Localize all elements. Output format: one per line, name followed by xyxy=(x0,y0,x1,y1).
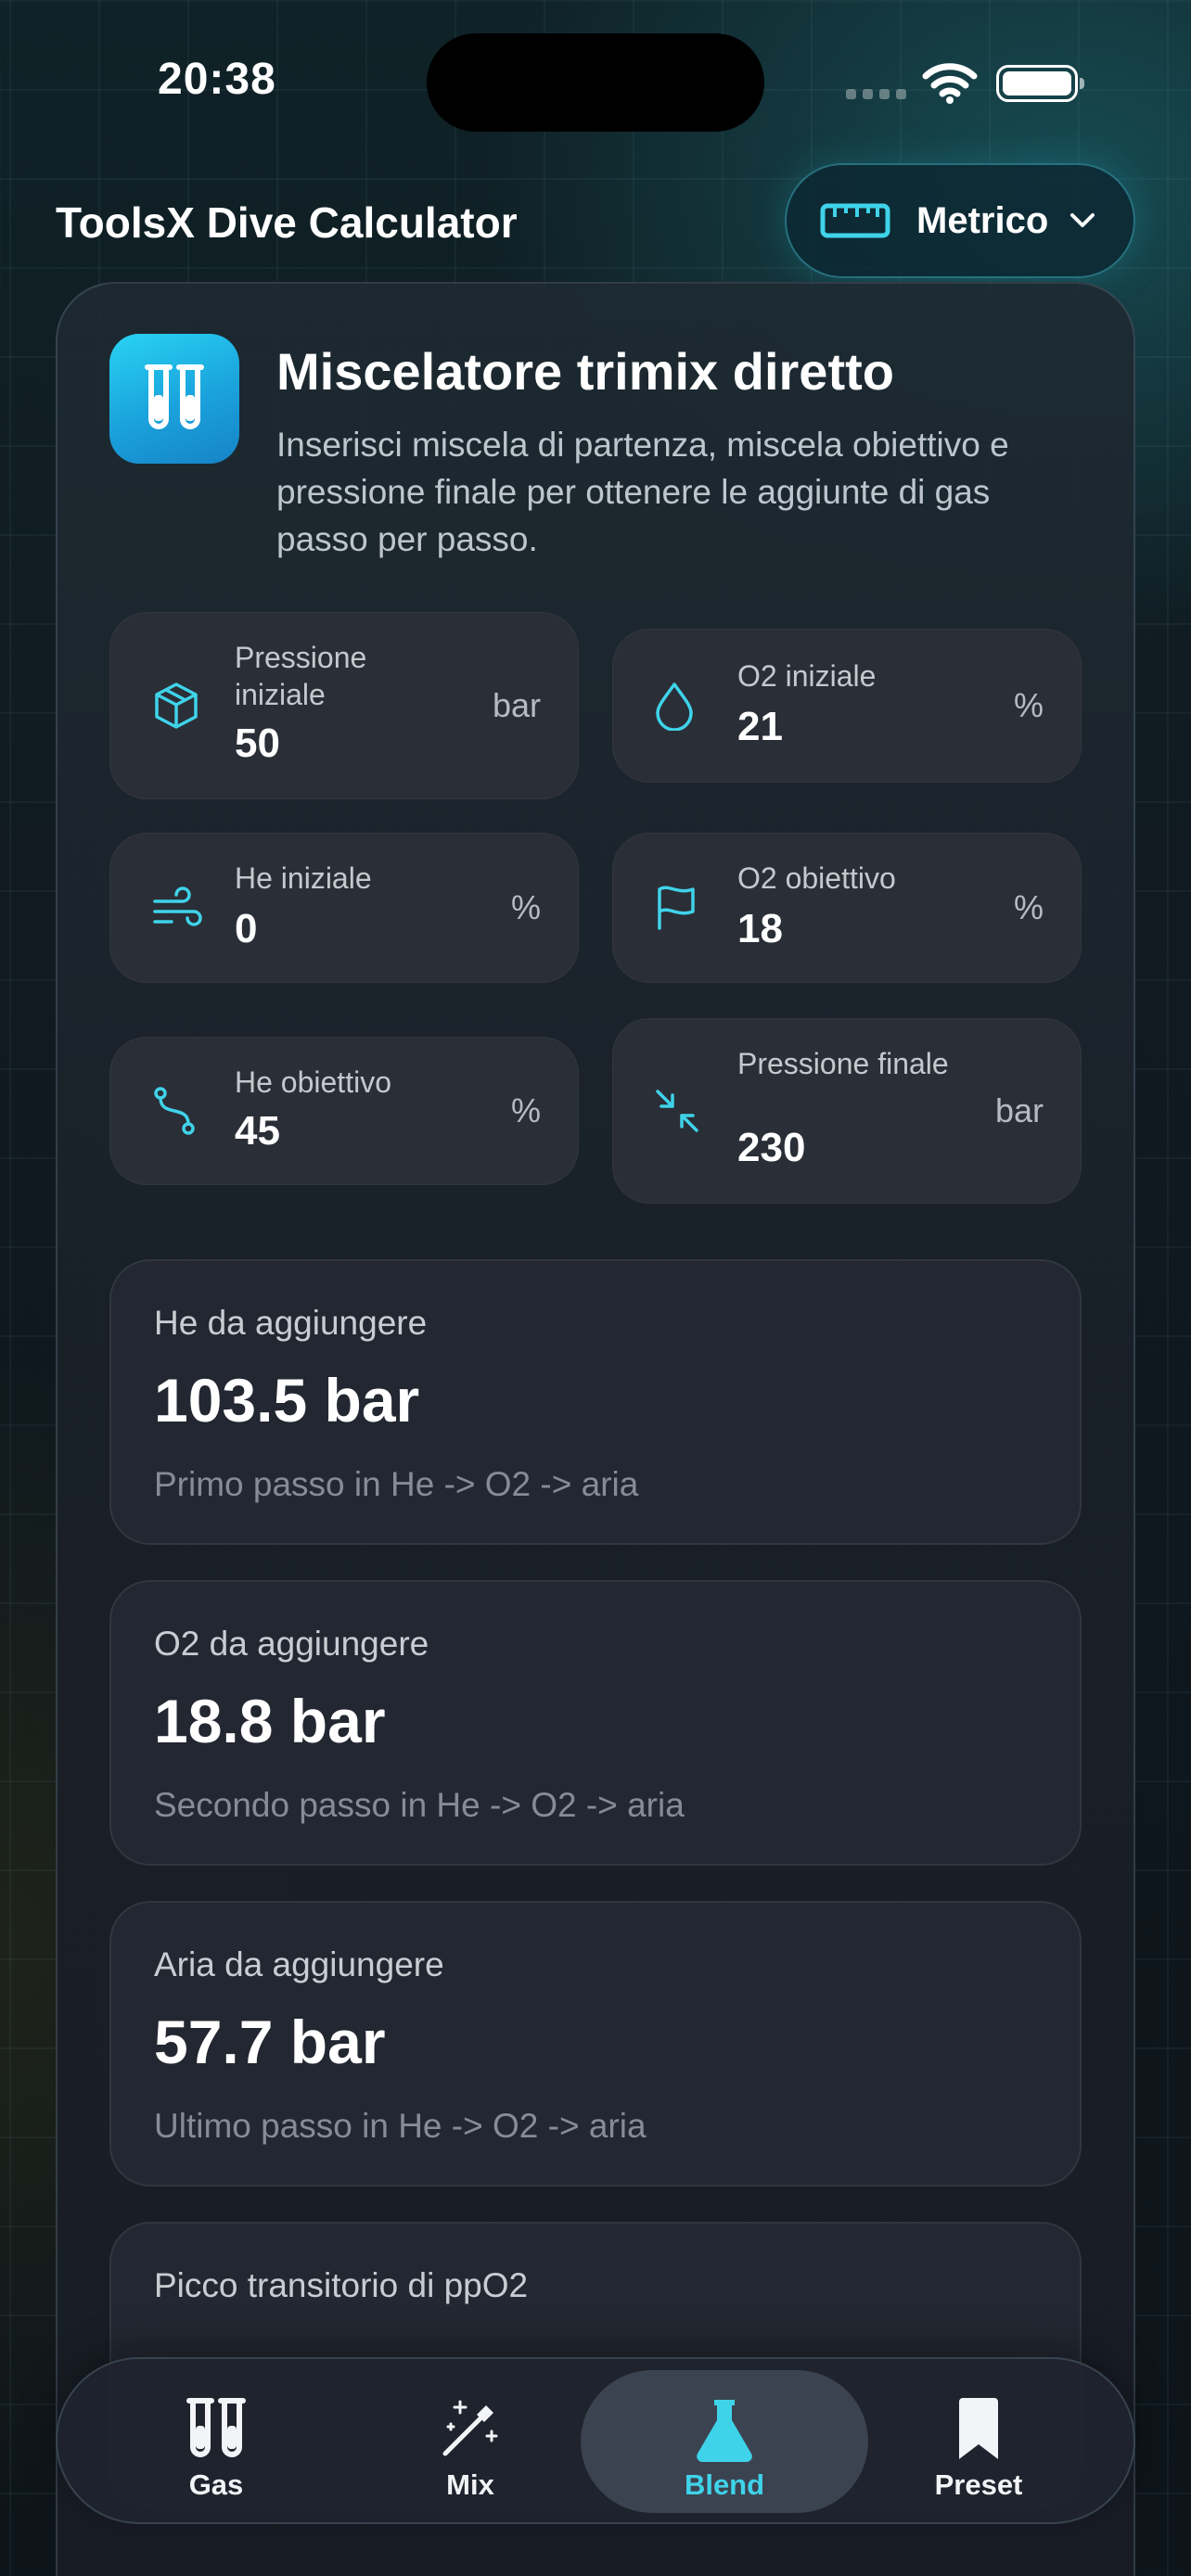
initial-he-field[interactable]: He iniziale 0 % xyxy=(109,833,579,983)
field-label: Pressione iniziale xyxy=(235,641,367,711)
field-label: He obiettivo xyxy=(235,1065,391,1099)
flag-icon xyxy=(658,886,695,930)
tab-mix[interactable]: Mix xyxy=(327,2370,614,2513)
target-o2-field[interactable]: O2 obiettivo 18 % xyxy=(612,833,1082,983)
result-label: Picco transitorio di ppO2 xyxy=(154,2266,529,2304)
shrink-icon xyxy=(656,1090,698,1132)
field-unit: % xyxy=(510,1091,541,1129)
test-tubes-icon xyxy=(186,2398,246,2457)
battery-icon xyxy=(996,65,1084,102)
field-label: Pressione finale xyxy=(737,1047,949,1080)
tab-label: Mix xyxy=(446,2468,494,2501)
field-unit: bar xyxy=(492,686,541,724)
field-unit: % xyxy=(1013,888,1044,926)
air-to-add-result: Aria da aggiungere 57.7 bar Ultimo passo… xyxy=(109,1901,1082,2187)
target-he-field[interactable]: He obiettivo 45 % xyxy=(109,1037,579,1185)
flask-icon xyxy=(697,2400,752,2462)
field-value: 230 xyxy=(737,1125,806,1170)
magic-wand-icon xyxy=(442,2400,498,2456)
card-description: Inserisci miscela di partenza, miscela o… xyxy=(276,426,1009,558)
result-value: 18.8 bar xyxy=(154,1687,386,1755)
result-label: O2 da aggiungere xyxy=(154,1625,429,1663)
route-icon xyxy=(154,1087,195,1135)
tab-label: Blend xyxy=(684,2468,765,2501)
wifi-icon xyxy=(922,63,978,104)
dynamic-island xyxy=(427,33,764,132)
field-value: 21 xyxy=(737,704,783,749)
unit-system-label: Metrico xyxy=(916,199,1049,241)
ruler-icon xyxy=(820,203,890,238)
field-unit: % xyxy=(510,888,541,926)
chevron-down-icon xyxy=(1070,213,1095,227)
tab-gas[interactable]: Gas xyxy=(72,2370,360,2513)
status-time: 20:38 xyxy=(158,55,276,104)
card-icon xyxy=(109,334,239,464)
cellular-signal-icon xyxy=(846,89,906,99)
box-icon xyxy=(155,682,198,729)
wind-icon xyxy=(153,886,202,926)
field-value: 45 xyxy=(235,1108,280,1154)
field-value: 18 xyxy=(737,906,783,951)
result-value: 57.7 bar xyxy=(154,2008,386,2076)
field-label: He iniziale xyxy=(235,861,372,895)
card-title: Miscelatore trimix diretto xyxy=(276,342,894,401)
result-note: Primo passo in He -> O2 -> aria xyxy=(154,1465,639,1503)
bookmark-icon xyxy=(959,2398,998,2459)
initial-o2-field[interactable]: O2 iniziale 21 % xyxy=(612,629,1082,783)
initial-pressure-field[interactable]: Pressione iniziale 50 bar xyxy=(109,612,579,799)
result-label: Aria da aggiungere xyxy=(154,1945,444,1983)
result-note: Secondo passo in He -> O2 -> aria xyxy=(154,1786,685,1824)
field-label: O2 obiettivo xyxy=(737,861,896,895)
field-unit: % xyxy=(1013,686,1044,724)
result-label: He da aggiungere xyxy=(154,1304,428,1342)
tab-label: Gas xyxy=(188,2468,244,2501)
app-title: ToolsX Dive Calculator xyxy=(56,198,518,247)
field-value: 50 xyxy=(235,721,280,766)
field-unit: bar xyxy=(994,1091,1044,1129)
tab-label: Preset xyxy=(934,2468,1023,2501)
field-label: O2 iniziale xyxy=(737,659,877,693)
he-to-add-result: He da aggiungere 103.5 bar Primo passo i… xyxy=(109,1259,1082,1545)
o2-to-add-result: O2 da aggiungere 18.8 bar Secondo passo … xyxy=(109,1580,1082,1866)
tab-bar: Gas Mix Blend Preset xyxy=(56,2357,1135,2524)
droplet-icon xyxy=(656,682,693,731)
result-note: Ultimo passo in He -> O2 -> aria xyxy=(154,2107,647,2145)
result-value: 103.5 bar xyxy=(154,1366,420,1435)
test-tubes-icon xyxy=(145,364,204,429)
unit-system-selector[interactable]: Metrico xyxy=(785,163,1135,278)
field-value: 0 xyxy=(235,906,258,951)
tab-preset[interactable]: Preset xyxy=(835,2370,1122,2513)
final-pressure-field[interactable]: Pressione finale 230 bar xyxy=(612,1018,1082,1204)
tab-blend[interactable]: Blend xyxy=(581,2370,868,2513)
